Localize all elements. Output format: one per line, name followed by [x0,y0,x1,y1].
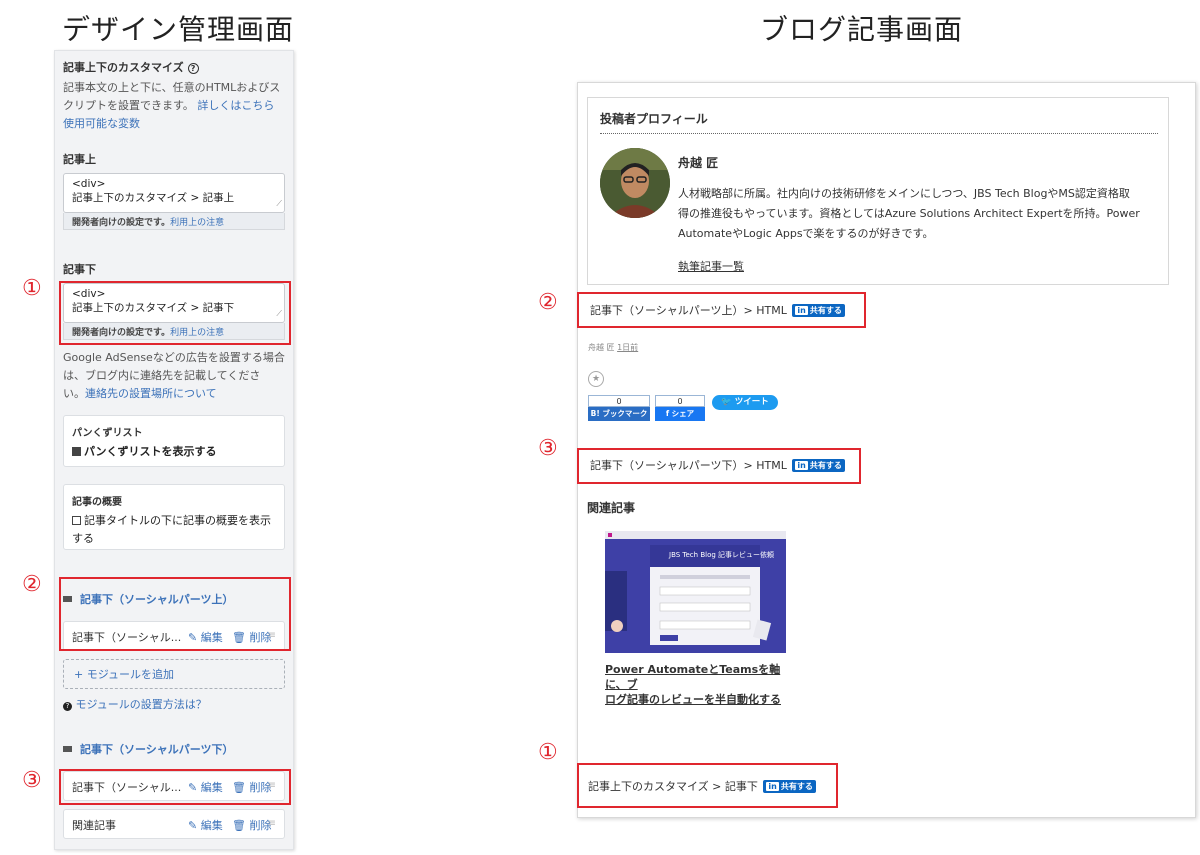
article-top-label: 記事上 [63,153,96,166]
highlight-box-1 [59,281,291,345]
available-variables-link[interactable]: 使用可能な変数 [63,115,280,133]
author-profile-card: 投稿者プロフィール 舟越 匠 人材戦略部に所属。社内向けの技術研修をメインにしつ… [587,97,1169,285]
blog-screen-heading: ブログ記事画面 [760,13,964,46]
tweet-button[interactable]: 🐦 ツイート [712,395,778,410]
checkbox-checked-icon[interactable] [72,447,81,456]
contact-placement-link[interactable]: 連絡先の設置場所について [85,387,217,400]
summary-checkbox-row[interactable]: 記事タイトルの下に記事の概要を表示 [72,512,276,530]
customize-section-title: 記事上下のカスタマイズ ? [63,59,199,75]
help-circle-icon[interactable]: ? [187,63,199,74]
highlight-box-2 [59,577,291,651]
edit-button[interactable]: ✎ 編集 [188,817,223,833]
module-row: 関連記事 ✎ 編集 🗑 削除 ≡ [63,809,285,839]
summary-card: 記事の概要 記事タイトルの下に記事の概要を表示 する [63,484,285,550]
highlight-box-blog-3 [577,448,861,484]
module-howto-link[interactable]: ? モジュールの設置方法は？ [63,696,207,712]
checkbox-unchecked-icon[interactable] [72,516,81,525]
marker-3: ③ [22,768,42,793]
help-circle-icon: ? [63,702,72,711]
author-bio: 人材戦略部に所属。社内向けの技術研修をメインにしつつ、JBS Tech Blog… [678,187,1140,240]
marker-2: ② [22,572,42,597]
article-bottom-label: 記事下 [63,263,96,276]
resize-handle-icon[interactable]: ⟋ [276,197,282,211]
article-top-code-input[interactable]: <div> 記事上下のカスタマイズ > 記事上 ⟋ [63,173,285,213]
related-articles-title: 関連記事 [587,501,636,515]
author-avatar [600,148,670,218]
marker-1: ① [22,276,42,301]
breadcrumb-title: パンくずリスト [72,428,143,439]
breadcrumb-card: パンくずリスト パンくずリストを表示する [63,415,285,467]
marker-blog-2: ② [538,290,558,315]
breadcrumb-checkbox-row[interactable]: パンくずリストを表示する [72,443,276,461]
article-time-link[interactable]: 1日前 [617,343,638,352]
star-add-icon[interactable]: ★ [588,371,604,387]
article-meta: 舟越 匠 1日前 [588,343,639,352]
related-article-thumbnail[interactable]: JBS Tech Blog 記事レビュー依頼 [605,531,786,653]
admin-screen-heading: デザイン管理画面 [62,13,295,46]
hatena-bookmark-button[interactable]: 0 B! ブックマーク [588,395,650,421]
adsense-note: Google AdSenseなどの広告を設置する場合 は、ブログ内に連絡先を記載… [63,351,285,400]
usage-notes-link[interactable]: 利用上の注意 [170,218,224,228]
customize-description: 記事本文の上と下に、任意のHTMLおよびス クリプトを設置できます。 詳しくはこ… [63,79,280,133]
delete-button[interactable]: 🗑 削除 [232,817,271,833]
author-name: 舟越 匠 [678,156,719,170]
profile-title: 投稿者プロフィール [600,112,708,126]
design-admin-panel: 記事上下のカスタマイズ ? 記事本文の上と下に、任意のHTMLおよびス クリプト… [54,50,294,850]
facebook-share-button[interactable]: 0 f シェア [655,395,705,421]
summary-title: 記事の概要 [72,497,122,508]
profile-divider [600,133,1158,134]
marker-blog-1: ① [538,740,558,765]
add-module-button[interactable]: + モジュールを追加 [63,659,285,689]
details-link[interactable]: 詳しくはこちら [197,99,274,112]
module-group-social-bottom[interactable]: 記事下（ソーシャルパーツ下） [63,741,234,757]
related-article-link[interactable]: Power AutomateとTeamsを軸に、ブ ログ記事のレビューを半自動化… [605,662,795,707]
highlight-box-blog-1 [577,763,838,808]
developer-note: 開発者向けの設定です。利用上の注意 [63,213,285,230]
marker-blog-3: ③ [538,436,558,461]
highlight-box-3 [59,769,291,805]
collapse-square-icon [63,746,72,752]
author-articles-link[interactable]: 執筆記事一覧 [678,258,744,274]
drag-handle-icon[interactable]: ≡ [268,818,276,829]
highlight-box-blog-2 [577,292,866,328]
twitter-bird-icon: 🐦 [721,397,732,407]
